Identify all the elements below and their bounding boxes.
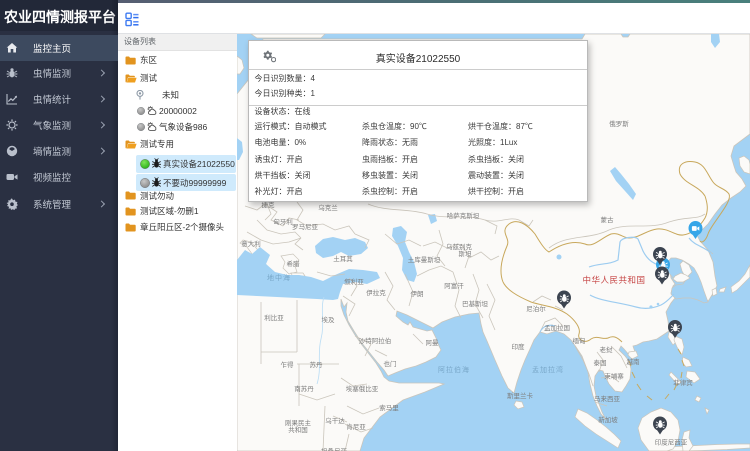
svg-text:阿富汗: 阿富汗 (444, 280, 464, 290)
svg-text:南苏丹: 南苏丹 (294, 383, 314, 393)
svg-text:斯坦: 斯坦 (459, 248, 473, 258)
svg-text:柬埔寨: 柬埔寨 (604, 371, 624, 381)
svg-text:老挝: 老挝 (600, 344, 614, 354)
svg-text:也门: 也门 (384, 358, 397, 368)
svg-text:孟加拉湾: 孟加拉湾 (532, 365, 564, 375)
svg-text:伊拉克: 伊拉克 (366, 287, 386, 297)
svg-text:斯里兰卡: 斯里兰卡 (507, 390, 534, 400)
svg-text:蒙古: 蒙古 (601, 214, 615, 224)
svg-text:肯尼亚: 肯尼亚 (346, 421, 366, 431)
svg-text:缅甸: 缅甸 (573, 335, 586, 345)
svg-text:沙特阿拉伯: 沙特阿拉伯 (359, 335, 392, 345)
svg-text:匈牙利: 匈牙利 (273, 216, 293, 226)
svg-text:利比亚: 利比亚 (264, 312, 284, 322)
svg-text:阿曼: 阿曼 (426, 337, 440, 347)
svg-text:索马里: 索马里 (379, 402, 399, 412)
svg-text:越南: 越南 (627, 356, 641, 366)
svg-text:伊朗: 伊朗 (411, 288, 424, 298)
svg-text:巴基斯坦: 巴基斯坦 (462, 298, 489, 308)
svg-text:泰国: 泰国 (594, 357, 607, 367)
svg-text:埃塞俄比亚: 埃塞俄比亚 (346, 383, 379, 393)
svg-text:地中海: 地中海 (267, 273, 291, 283)
svg-text:埃及: 埃及 (322, 314, 336, 324)
svg-text:坦桑尼亚: 坦桑尼亚 (321, 446, 348, 451)
svg-text:乌干达: 乌干达 (325, 415, 345, 425)
svg-text:苏丹: 苏丹 (310, 359, 324, 369)
svg-text:印度: 印度 (512, 341, 526, 351)
svg-text:孟加拉国: 孟加拉国 (544, 322, 570, 332)
svg-text:中华人民共和国: 中华人民共和国 (582, 274, 645, 286)
svg-text:尼泊尔: 尼泊尔 (526, 303, 546, 313)
svg-text:印度尼西亚: 印度尼西亚 (655, 437, 688, 447)
svg-text:意大利: 意大利 (241, 238, 261, 248)
svg-text:哈萨克斯坦: 哈萨克斯坦 (447, 210, 480, 220)
svg-text:罗马尼亚: 罗马尼亚 (292, 221, 319, 231)
svg-text:乍得: 乍得 (281, 359, 295, 369)
svg-text:希腊: 希腊 (287, 258, 301, 268)
svg-text:土库曼斯坦: 土库曼斯坦 (408, 254, 441, 264)
svg-text:土耳其: 土耳其 (333, 253, 353, 263)
svg-text:叙利亚: 叙利亚 (344, 276, 364, 286)
svg-text:俄罗斯: 俄罗斯 (609, 118, 629, 128)
svg-text:阿拉伯海: 阿拉伯海 (438, 365, 470, 375)
svg-text:新加坡: 新加坡 (598, 414, 618, 424)
svg-text:马来西亚: 马来西亚 (594, 393, 621, 403)
svg-text:菲律宾: 菲律宾 (673, 377, 693, 387)
svg-text:共和国: 共和国 (288, 424, 308, 434)
svg-text:乌克兰: 乌克兰 (318, 202, 338, 212)
